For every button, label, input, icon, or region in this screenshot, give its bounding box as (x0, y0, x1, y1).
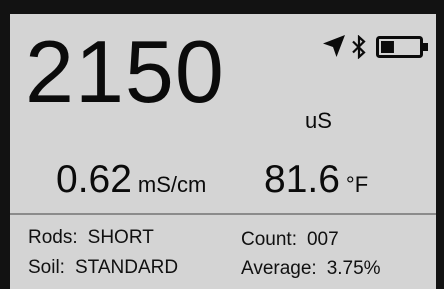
divider (10, 213, 436, 215)
conductivity-unit: mS/cm (137, 172, 207, 197)
average-value: 3.75% (326, 258, 381, 279)
bluetooth-icon (351, 34, 367, 60)
meter-display: 2150 uS 0.62 mS/cm 81.6 °F Rods: SHORT S… (10, 14, 436, 289)
soil-value: STANDARD (74, 257, 179, 278)
soil-setting: Soil: STANDARD (28, 258, 178, 277)
gps-arrow-icon (322, 34, 346, 58)
average-label: Average: (241, 258, 317, 279)
count-setting: Count: 007 (241, 230, 339, 249)
conductivity-value: 0.62 (56, 158, 132, 201)
main-reading-unit: uS (305, 108, 332, 133)
temperature-value: 81.6 (264, 158, 340, 201)
count-value: 007 (306, 229, 339, 250)
conductivity-reading: 0.62 mS/cm (56, 160, 206, 199)
battery-icon (376, 36, 430, 58)
main-reading-value: 2150 (25, 22, 225, 121)
rods-value: SHORT (87, 227, 154, 248)
status-bar (322, 34, 436, 64)
soil-label: Soil: (28, 257, 65, 278)
average-setting: Average: 3.75% (241, 259, 381, 278)
rods-label: Rods: (28, 227, 78, 248)
rods-setting: Rods: SHORT (28, 228, 154, 247)
count-label: Count: (241, 229, 297, 250)
temperature-reading: 81.6 °F (264, 160, 368, 199)
temperature-unit: °F (345, 172, 369, 197)
